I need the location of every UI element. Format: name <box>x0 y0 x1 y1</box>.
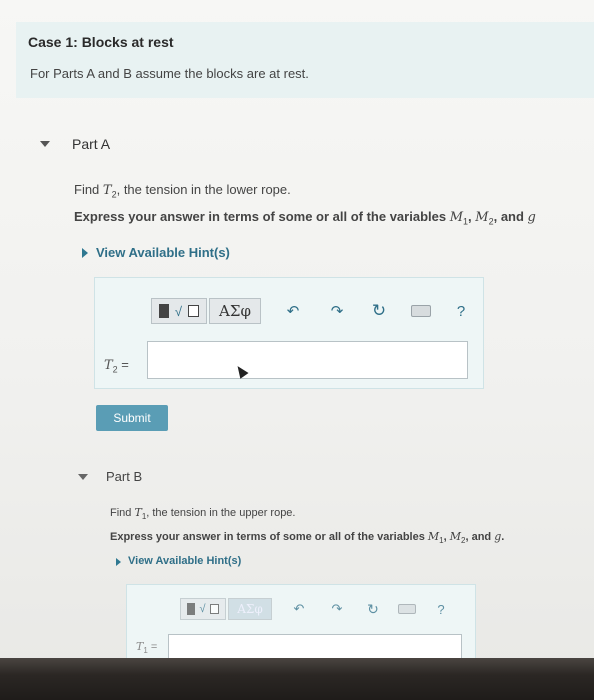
var-m2: M <box>449 530 462 543</box>
part-a-question: Find T2, the tension in the lower rope. <box>74 182 291 200</box>
monitor-bezel <box>0 658 594 700</box>
templates-button[interactable]: √ <box>180 598 226 620</box>
var-m1: M <box>427 530 440 543</box>
redo-icon[interactable]: ↷ <box>328 601 346 617</box>
collapse-arrow-icon[interactable] <box>78 474 88 480</box>
greek-symbols-button[interactable]: ΑΣφ <box>228 598 272 620</box>
and-text: , and <box>493 209 528 224</box>
and-text: , and <box>465 531 495 543</box>
redo-icon[interactable]: ↷ <box>327 302 347 320</box>
case-title: Case 1: Blocks at rest <box>28 34 174 50</box>
help-icon[interactable]: ? <box>453 303 469 320</box>
var-g: g <box>527 210 536 225</box>
hint-arrow-icon <box>116 558 121 566</box>
view-hints-link[interactable]: View Available Hint(s) <box>128 555 241 567</box>
find-prefix: Find <box>110 507 135 519</box>
screen: Case 1: Blocks at rest For Parts A and B… <box>0 0 594 668</box>
express-prefix: Express your answer in terms of some or … <box>74 209 450 224</box>
part-a-label[interactable]: Part A <box>72 136 110 152</box>
answer-label: T1 = <box>136 640 157 655</box>
answer-label: T2 = <box>104 357 129 375</box>
part-b-express: Express your answer in terms of some or … <box>110 530 504 545</box>
box-icon <box>209 604 219 614</box>
view-hints-link[interactable]: View Available Hint(s) <box>96 245 230 260</box>
var-t: T <box>134 506 142 519</box>
box-icon <box>188 305 200 317</box>
math-toolbar: √ ΑΣφ ↶ ↷ ↻ ? <box>180 598 448 620</box>
submit-button[interactable]: Submit <box>96 405 168 431</box>
var-m1: M <box>449 210 464 225</box>
part-b-question: Find T1, the tension in the upper rope. <box>110 506 295 521</box>
keyboard-icon[interactable] <box>411 305 431 317</box>
case-description: For Parts A and B assume the blocks are … <box>30 66 309 81</box>
reset-icon[interactable]: ↻ <box>364 601 382 618</box>
eq-var: T <box>104 358 113 373</box>
hint-arrow-icon <box>82 248 88 258</box>
help-icon[interactable]: ? <box>434 602 448 617</box>
find-prefix: Find <box>74 182 103 197</box>
greek-symbols-button[interactable]: ΑΣφ <box>209 298 261 324</box>
templates-button[interactable]: √ <box>151 298 207 324</box>
eq-sign: = <box>117 357 129 372</box>
period: . <box>501 531 505 543</box>
part-b-label[interactable]: Part B <box>106 469 142 484</box>
undo-icon[interactable]: ↶ <box>283 302 303 320</box>
var-t: T <box>102 183 112 198</box>
collapse-arrow-icon[interactable] <box>40 141 50 147</box>
var-m2: M <box>475 210 489 225</box>
matrix-icon <box>187 603 196 615</box>
part-a-express: Express your answer in terms of some or … <box>74 209 536 227</box>
sqrt-icon: √ <box>199 603 206 615</box>
answer-input[interactable] <box>147 341 468 379</box>
greek-icon: ΑΣφ <box>219 302 251 320</box>
sqrt-icon: √ <box>174 303 183 319</box>
matrix-icon <box>158 304 169 318</box>
keyboard-icon[interactable] <box>398 604 416 614</box>
math-toolbar: √ ΑΣφ ↶ ↷ ↻ ? <box>151 298 469 324</box>
eq-sign: = <box>147 641 158 653</box>
greek-icon: ΑΣφ <box>237 602 263 616</box>
find-suffix: , the tension in the lower rope. <box>116 182 291 197</box>
reset-icon[interactable]: ↻ <box>369 301 389 321</box>
undo-icon[interactable]: ↶ <box>290 601 308 617</box>
express-prefix: Express your answer in terms of some or … <box>110 531 428 543</box>
find-suffix: , the tension in the upper rope. <box>146 507 296 519</box>
